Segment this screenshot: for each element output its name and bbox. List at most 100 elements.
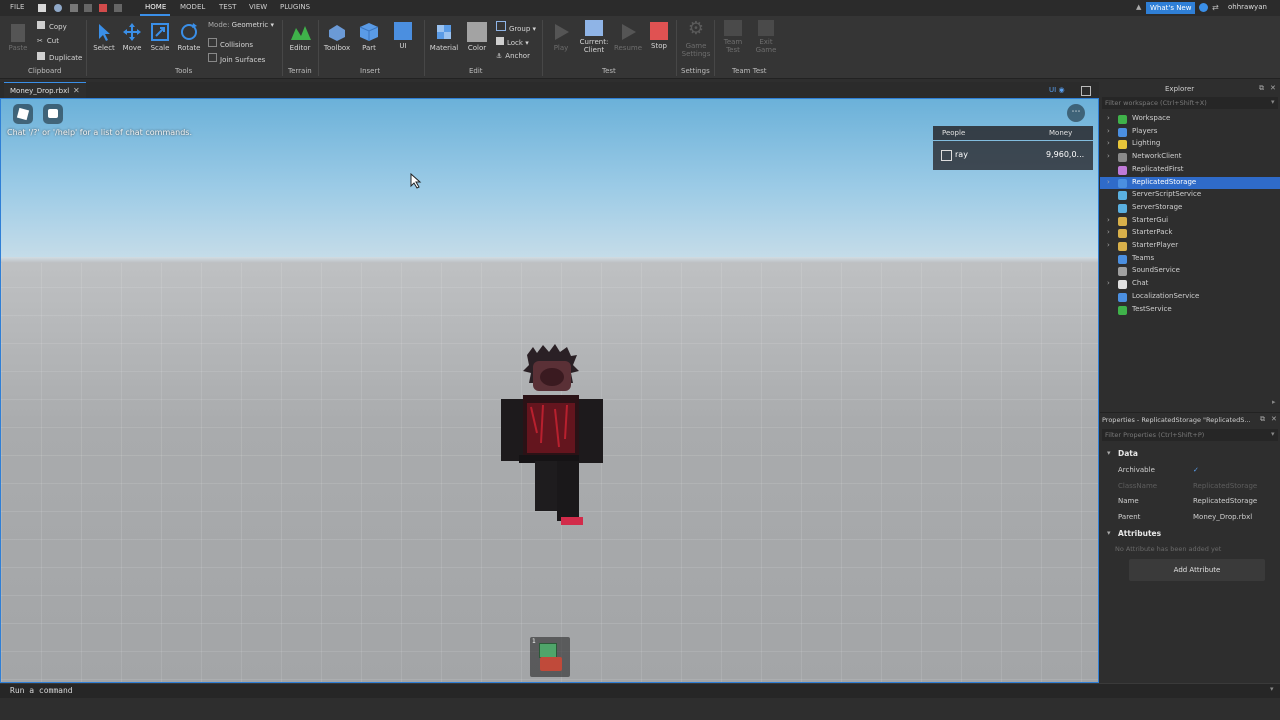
property-value[interactable]: ✓: [1193, 466, 1199, 474]
whats-new-button[interactable]: What's New: [1146, 2, 1196, 14]
add-attribute-button[interactable]: Add Attribute: [1129, 559, 1265, 581]
join-surfaces-toggle[interactable]: Join Surfaces: [208, 53, 265, 64]
resume-button[interactable]: Resume: [612, 22, 644, 52]
ui-visibility-toggle[interactable]: UI ◉: [1049, 86, 1065, 94]
color-button[interactable]: Color: [464, 22, 490, 52]
hotbar-slot[interactable]: 1: [530, 637, 570, 677]
collisions-toggle[interactable]: Collisions: [208, 38, 253, 49]
explorer-item[interactable]: ServerScriptService: [1100, 189, 1280, 201]
explorer-item[interactable]: › Lighting: [1100, 138, 1280, 150]
play-button[interactable]: Play: [548, 22, 574, 52]
undock-icon[interactable]: ⧉: [1259, 84, 1264, 93]
select-button[interactable]: Select: [92, 22, 116, 52]
leaderboard-row[interactable]: ray 9,960,0...: [933, 141, 1093, 170]
exit-game-button[interactable]: Exit Game: [752, 20, 780, 54]
menu-home[interactable]: HOME: [145, 3, 166, 11]
toolbox-button[interactable]: Toolbox: [322, 22, 352, 52]
help-icon[interactable]: [1199, 3, 1208, 12]
close-icon[interactable]: ✕: [1271, 415, 1277, 423]
chevron-right-icon[interactable]: ›: [1107, 228, 1113, 236]
team-test-button[interactable]: Team Test: [718, 20, 748, 54]
part-button[interactable]: Part: [356, 22, 382, 52]
explorer-item[interactable]: › Players: [1100, 126, 1280, 138]
save-icon[interactable]: [70, 4, 78, 12]
explorer-item[interactable]: › Workspace: [1100, 113, 1280, 125]
roblox-menu-button[interactable]: [13, 104, 33, 124]
undo-icon[interactable]: [84, 4, 92, 12]
scale-button[interactable]: Scale: [148, 22, 172, 52]
chevron-right-icon[interactable]: ›: [1107, 127, 1113, 135]
explorer-item[interactable]: › NetworkClient: [1100, 151, 1280, 163]
scroll-right-icon[interactable]: ▸: [1272, 398, 1276, 406]
command-bar[interactable]: Run a command ▾: [0, 683, 1280, 698]
username[interactable]: ohhrawyan: [1228, 3, 1267, 11]
stop-button[interactable]: Stop: [646, 22, 672, 50]
explorer-filter-input[interactable]: Filter workspace (Ctrl+Shift+X) ▾: [1102, 97, 1278, 109]
explorer-item[interactable]: ServerStorage: [1100, 202, 1280, 214]
menu-file[interactable]: FILE: [10, 3, 24, 11]
collapse-ribbon-icon[interactable]: ▲: [1136, 3, 1141, 11]
property-value[interactable]: ReplicatedStorage: [1193, 482, 1257, 490]
open-icon[interactable]: [54, 4, 62, 12]
game-settings-button[interactable]: ⚙ Game Settings: [680, 20, 712, 59]
terrain-editor-button[interactable]: Editor: [286, 22, 314, 52]
explorer-item[interactable]: › StarterPack: [1100, 227, 1280, 239]
game-viewport[interactable]: Chat '/?' or '/help' for a list of chat …: [0, 98, 1099, 683]
more-options-icon[interactable]: ⋯: [1067, 104, 1085, 122]
chat-button[interactable]: [43, 104, 63, 124]
mode-dropdown[interactable]: Mode: Geometric ▾: [208, 21, 274, 29]
explorer-item[interactable]: ReplicatedFirst: [1100, 164, 1280, 176]
new-file-icon[interactable]: [38, 4, 46, 12]
chevron-right-icon[interactable]: ›: [1107, 114, 1113, 122]
redo-icon[interactable]: [114, 4, 122, 12]
explorer-item[interactable]: › StarterPlayer: [1100, 240, 1280, 252]
property-row[interactable]: ClassName ReplicatedStorage: [1100, 479, 1280, 495]
stop-small-icon[interactable]: [99, 4, 107, 12]
maximize-icon[interactable]: [1081, 86, 1091, 96]
rotate-button[interactable]: Rotate: [176, 22, 202, 52]
group-button[interactable]: Group ▾: [496, 21, 536, 33]
property-value[interactable]: ReplicatedStorage: [1193, 497, 1257, 505]
menu-plugins[interactable]: PLUGINS: [280, 3, 310, 11]
player-character[interactable]: [497, 343, 605, 533]
chevron-down-icon[interactable]: ▾: [1270, 685, 1274, 693]
property-row[interactable]: Parent Money_Drop.rbxl: [1100, 510, 1280, 526]
explorer-item[interactable]: › Chat: [1100, 278, 1280, 290]
chevron-right-icon[interactable]: ›: [1107, 241, 1113, 249]
material-button[interactable]: Material: [428, 22, 460, 52]
close-icon[interactable]: ✕: [73, 86, 80, 95]
properties-filter-input[interactable]: Filter Properties (Ctrl+Shift+P) ▾: [1102, 429, 1278, 441]
menu-test[interactable]: TEST: [219, 3, 236, 11]
explorer-item[interactable]: › ReplicatedStorage: [1100, 176, 1280, 189]
ui-button[interactable]: UI: [391, 22, 415, 50]
move-button[interactable]: Move: [120, 22, 144, 52]
undock-icon[interactable]: ⧉: [1260, 415, 1265, 424]
duplicate-button[interactable]: Duplicate: [37, 52, 82, 62]
property-value[interactable]: Money_Drop.rbxl: [1193, 513, 1252, 521]
explorer-item[interactable]: Teams: [1100, 253, 1280, 265]
explorer-item[interactable]: TestService: [1100, 304, 1280, 316]
property-row[interactable]: Archivable ✓: [1100, 463, 1280, 479]
explorer-item[interactable]: › StarterGui: [1100, 215, 1280, 227]
menu-model[interactable]: MODEL: [180, 3, 205, 11]
explorer-item[interactable]: SoundService: [1100, 265, 1280, 277]
chevron-right-icon[interactable]: ›: [1107, 139, 1113, 147]
chevron-right-icon[interactable]: ›: [1107, 279, 1113, 287]
anchor-button[interactable]: ⚓ Anchor: [496, 52, 530, 60]
cut-button[interactable]: ✂ Cut: [37, 37, 59, 45]
share-icon[interactable]: ⇄: [1212, 3, 1219, 12]
lock-button[interactable]: Lock ▾: [496, 37, 529, 47]
paste-button[interactable]: Paste: [6, 24, 30, 52]
chevron-right-icon[interactable]: ›: [1107, 178, 1113, 186]
section-data-header[interactable]: ▾ Data: [1100, 447, 1280, 461]
close-icon[interactable]: ✕: [1270, 84, 1276, 92]
current-client-button[interactable]: Current: Client: [578, 20, 610, 54]
menu-view[interactable]: VIEW: [249, 3, 267, 11]
document-tab[interactable]: Money_Drop.rbxl ✕: [4, 82, 86, 99]
section-attributes-header[interactable]: ▾ Attributes: [1100, 527, 1280, 541]
explorer-item[interactable]: LocalizationService: [1100, 291, 1280, 303]
chevron-right-icon[interactable]: ›: [1107, 216, 1113, 224]
copy-button[interactable]: Copy: [37, 21, 67, 31]
chevron-right-icon[interactable]: ›: [1107, 152, 1113, 160]
property-row[interactable]: Name ReplicatedStorage: [1100, 494, 1280, 510]
